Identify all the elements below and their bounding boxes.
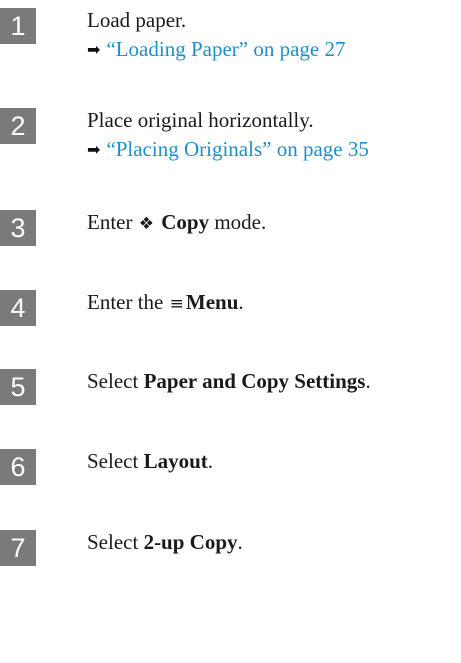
layout-label: Layout (143, 449, 208, 473)
2-up-copy-label: 2-up Copy (143, 530, 238, 554)
copy-mode-icon: ❖ (138, 214, 154, 234)
step-prefix: Enter the (87, 290, 164, 314)
step-reference: ➡ “Loading Paper” on page 27 (87, 35, 346, 65)
step-reference: ➡ “Placing Originals” on page 35 (87, 135, 369, 165)
step-number-badge: 5 (0, 369, 36, 405)
step-suffix: . (237, 530, 243, 554)
step-suffix: . (207, 449, 213, 473)
step-text: Place original horizontally. ➡ “Placing O… (87, 106, 369, 165)
step-number-badge: 3 (0, 210, 36, 246)
arrow-right-icon: ➡ (87, 40, 101, 59)
paper-and-copy-settings-label: Paper and Copy Settings (143, 369, 366, 393)
step-suffix: . (238, 290, 244, 314)
step-number-badge: 6 (0, 449, 36, 485)
arrow-right-icon: ➡ (87, 140, 101, 159)
step-instruction: Place original horizontally. (87, 108, 314, 132)
step-suffix: . (365, 369, 371, 393)
step-text: Enter the ≡Menu. (87, 288, 244, 319)
step-text: Load paper. ➡ “Loading Paper” on page 27 (87, 6, 346, 65)
step-number-badge: 2 (0, 108, 36, 144)
step-prefix: Select (87, 369, 139, 393)
step-text: Select Layout. (87, 447, 213, 476)
step-number-badge: 4 (0, 290, 36, 326)
loading-paper-link[interactable]: “Loading Paper” on page 27 (106, 37, 345, 61)
menu-icon: ≡ (169, 294, 184, 314)
step-text: Select 2-up Copy. (87, 528, 243, 557)
menu-label: Menu (185, 290, 239, 314)
step-text: Select Paper and Copy Settings. (87, 367, 371, 396)
step-instruction: Load paper. (87, 8, 187, 32)
step-prefix: Select (87, 449, 139, 473)
step-prefix: Enter (87, 210, 133, 234)
step-text: Enter ❖ Copy mode. (87, 208, 266, 239)
step-number-badge: 1 (0, 8, 36, 44)
step-prefix: Select (87, 530, 139, 554)
placing-originals-link[interactable]: “Placing Originals” on page 35 (106, 137, 368, 161)
copy-mode-label: Copy (161, 210, 210, 234)
step-number-badge: 7 (0, 530, 36, 566)
step-suffix: mode. (214, 210, 267, 234)
